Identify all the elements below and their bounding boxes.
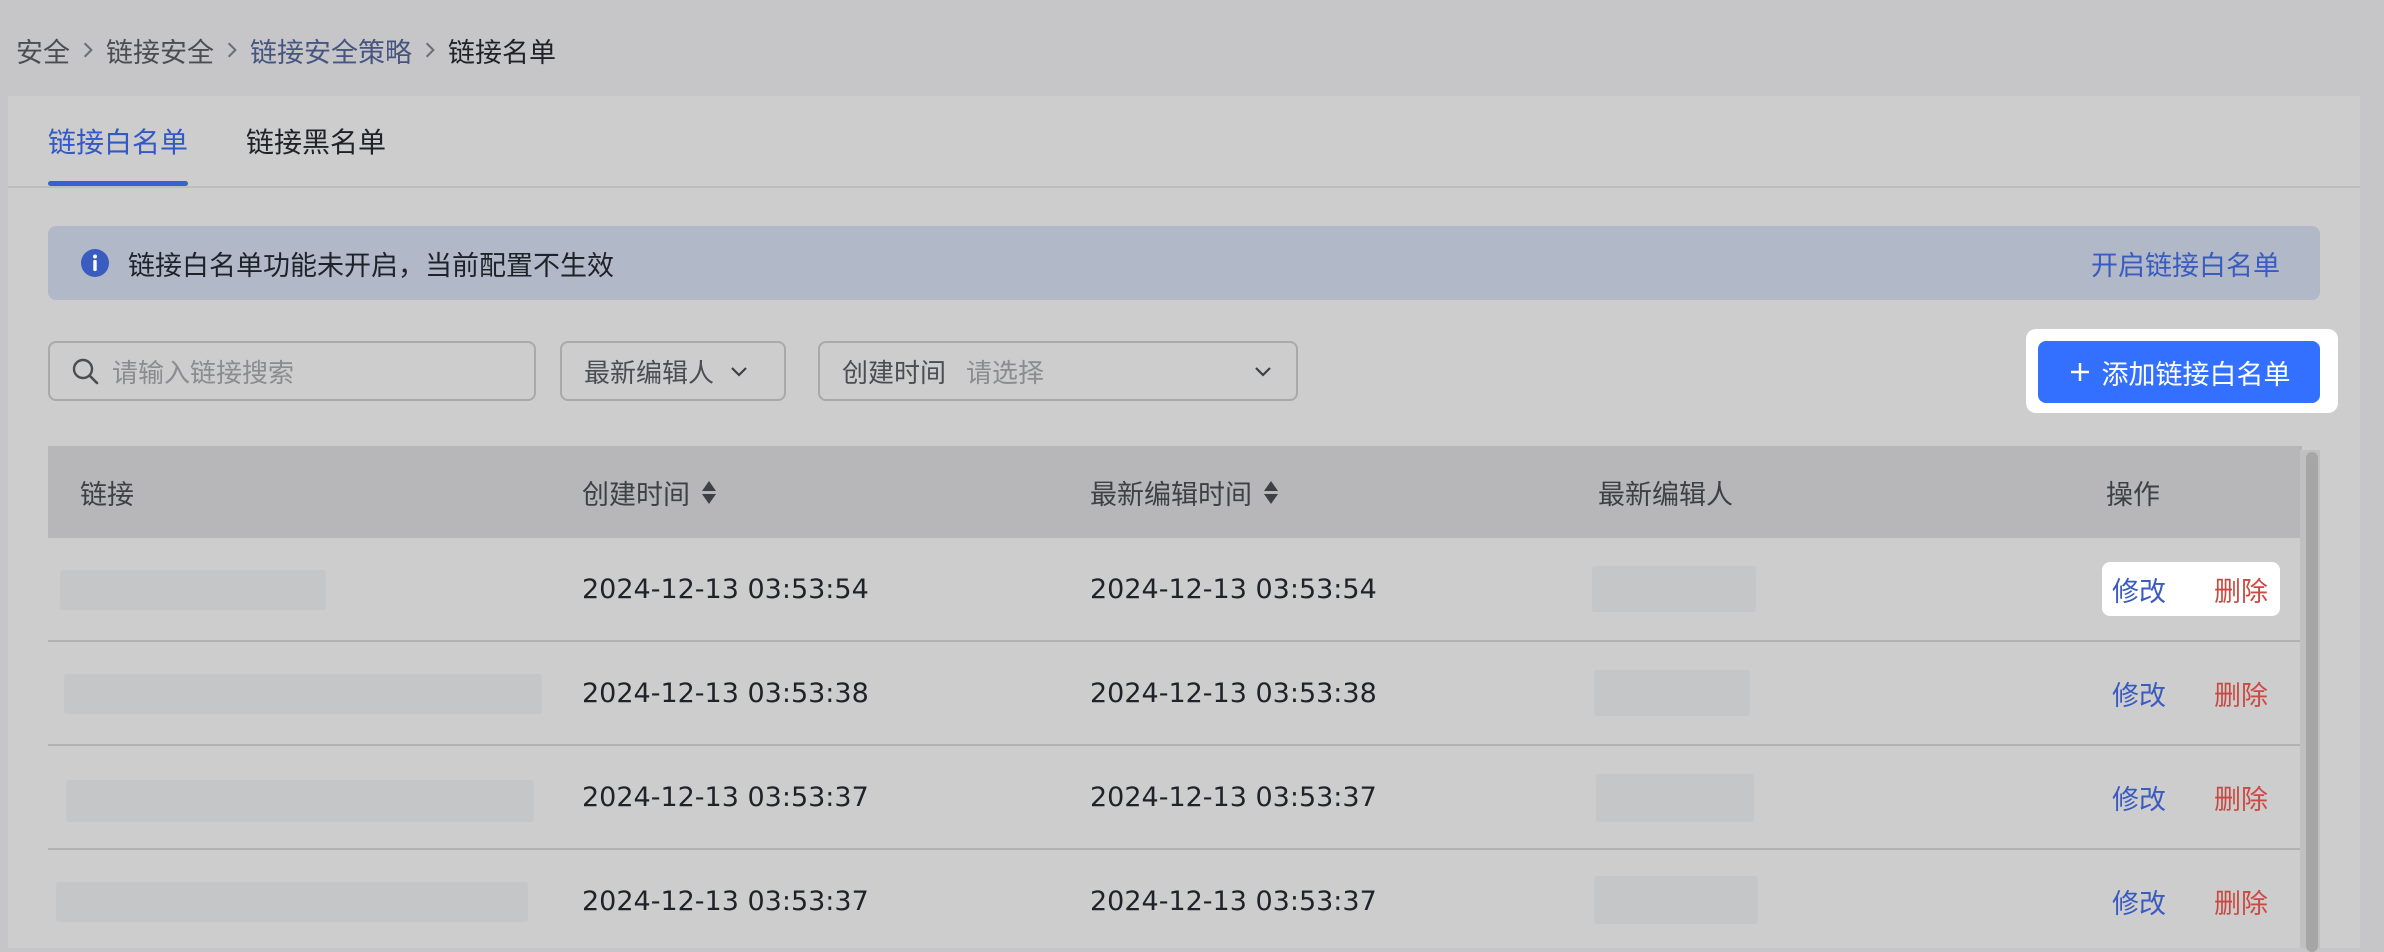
add-whitelist-button[interactable]: 添加链接白名单 [2038,341,2320,403]
created-time-filter[interactable]: 创建时间 请选择 [818,341,1298,401]
table-row: 2024-12-13 03:53:37 2024-12-13 03:53:37 … [48,746,2302,850]
whitelist-table: 链接 创建时间 最新编辑时间 最新编辑人 操作 2024-12-13 03:53… [48,446,2302,952]
edited-time-cell: 2024-12-13 03:53:37 [1090,885,1377,917]
add-whitelist-label: 添加链接白名单 [2101,359,2291,391]
search-icon [72,358,99,385]
table-header: 链接 创建时间 最新编辑时间 最新编辑人 操作 [48,446,2302,538]
chevron-down-icon [731,367,747,377]
chevron-right-icon [214,41,250,59]
edit-link[interactable]: 修改 [2112,778,2166,817]
tab-whitelist[interactable]: 链接白名单 [48,96,189,186]
tab-blacklist[interactable]: 链接黑名单 [246,96,386,186]
created-time-cell: 2024-12-13 03:53:37 [582,781,869,813]
info-icon [81,249,109,277]
column-header-editor: 最新编辑人 [1598,479,1733,511]
tab-divider [8,186,2360,188]
row-actions: 修改 删除 [2112,850,2268,952]
row-actions: 修改 删除 [2112,746,2268,848]
delete-link[interactable]: 删除 [2214,674,2268,713]
chevron-down-icon [1255,367,1271,377]
editor-filter-label: 最新编辑人 [584,358,715,389]
table-row: 2024-12-13 03:53:54 2024-12-13 03:53:54 … [48,538,2302,642]
column-header-actions: 操作 [2106,479,2160,511]
banner-message: 链接白名单功能未开启，当前配置不生效 [128,250,614,282]
breadcrumb-item-current: 链接名单 [448,37,556,69]
content-panel: 链接白名单 链接黑名单 链接白名单功能未开启，当前配置不生效 开启链接白名单 请… [8,96,2360,952]
info-banner: 链接白名单功能未开启，当前配置不生效 开启链接白名单 [48,226,2320,300]
redacted-editor [1594,670,1750,716]
created-time-label: 创建时间 [842,358,947,389]
row-actions: 修改 删除 [2112,642,2268,744]
table-scrollbar[interactable] [2306,452,2318,952]
delete-link[interactable]: 删除 [2214,570,2268,609]
editor-filter-select[interactable]: 最新编辑人 [560,341,786,401]
redacted-editor [1596,774,1754,822]
redacted-editor [1594,876,1758,924]
tab-bar: 链接白名单 链接黑名单 [48,96,444,186]
search-placeholder: 请输入链接搜索 [112,358,295,389]
breadcrumb: 安全 链接安全 链接安全策略 链接名单 [16,28,556,72]
redacted-link [64,674,542,714]
created-time-placeholder: 请选择 [966,358,1045,389]
redacted-editor [1592,566,1756,612]
breadcrumb-item-security[interactable]: 安全 [16,31,70,70]
column-header-created-label: 创建时间 [582,479,690,511]
created-time-cell: 2024-12-13 03:53:38 [582,677,869,709]
enable-whitelist-link[interactable]: 开启链接白名单 [2091,244,2280,283]
column-header-edited-label: 最新编辑时间 [1090,479,1252,511]
table-row: 2024-12-13 03:53:37 2024-12-13 03:53:37 … [48,850,2302,952]
column-header-link: 链接 [80,479,134,511]
search-input[interactable]: 请输入链接搜索 [48,341,536,401]
edit-link[interactable]: 修改 [2112,570,2166,609]
plus-icon [2070,363,2089,381]
breadcrumb-item-link-security[interactable]: 链接安全 [106,31,214,70]
edited-time-cell: 2024-12-13 03:53:38 [1090,677,1377,709]
chevron-right-icon [412,41,448,59]
edit-link[interactable]: 修改 [2112,882,2166,921]
sort-icon[interactable] [1264,480,1278,504]
delete-link[interactable]: 删除 [2214,778,2268,817]
redacted-link [60,570,326,610]
edit-link[interactable]: 修改 [2112,674,2166,713]
redacted-link [66,780,534,822]
edited-time-cell: 2024-12-13 03:53:37 [1090,781,1377,813]
redacted-link [56,882,528,922]
row-actions: 修改 删除 [2112,538,2268,640]
breadcrumb-item-link-policy[interactable]: 链接安全策略 [250,31,412,70]
column-header-created[interactable]: 创建时间 [582,473,716,512]
edited-time-cell: 2024-12-13 03:53:54 [1090,573,1377,605]
created-time-cell: 2024-12-13 03:53:54 [582,573,869,605]
chevron-right-icon [70,41,106,59]
created-time-cell: 2024-12-13 03:53:37 [582,885,869,917]
sort-icon[interactable] [702,480,716,504]
delete-link[interactable]: 删除 [2214,882,2268,921]
column-header-edited[interactable]: 最新编辑时间 [1090,473,1278,512]
table-row: 2024-12-13 03:53:38 2024-12-13 03:53:38 … [48,642,2302,746]
